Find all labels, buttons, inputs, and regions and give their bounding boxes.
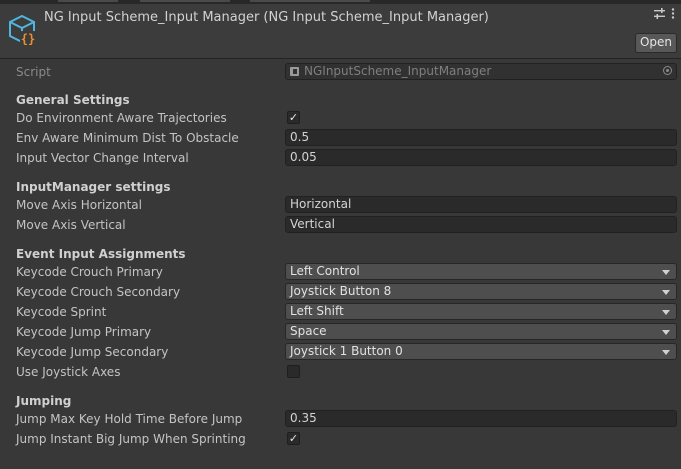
move-axis-vertical-field[interactable]: Vertical (285, 216, 677, 233)
use-joystick-checkbox[interactable] (287, 365, 300, 378)
section-general-settings: General Settings (16, 93, 130, 107)
jump-big-sprint-label: Jump Instant Big Jump When Sprinting (16, 432, 246, 446)
svg-text:{}: {} (21, 32, 35, 46)
inspector-header: {} NG Input Scheme_Input Manager (NG Inp… (0, 4, 681, 59)
more-vert-icon[interactable] (671, 8, 675, 19)
header-buttons (654, 8, 675, 19)
jump-hold-time-label: Jump Max Key Hold Time Before Jump (16, 412, 243, 426)
move-axis-vertical-row: Move Axis Vertical Vertical (0, 215, 681, 235)
jump-primary-value: Space (290, 324, 327, 338)
caret-down-icon (662, 330, 670, 335)
sprint-value: Left Shift (290, 304, 344, 318)
env-min-dist-field[interactable]: 0.5 (285, 129, 677, 146)
crouch-primary-dropdown[interactable]: Left Control (285, 263, 677, 280)
crouch-secondary-value: Joystick Button 8 (290, 284, 392, 298)
jump-big-sprint-row: Jump Instant Big Jump When Sprinting ✓ (0, 429, 681, 449)
env-min-dist-label: Env Aware Minimum Dist To Obstacle (16, 131, 239, 145)
move-axis-horizontal-label: Move Axis Horizontal (16, 198, 142, 212)
sprint-dropdown[interactable]: Left Shift (285, 303, 677, 320)
do-env-aware-checkbox[interactable]: ✓ (287, 111, 300, 124)
script-row: Script NGInputScheme_InputManager (0, 62, 681, 82)
move-axis-horizontal-field[interactable]: Horizontal (285, 196, 677, 213)
jump-hold-time-row: Jump Max Key Hold Time Before Jump 0.35 (0, 409, 681, 429)
input-vec-interval-field[interactable]: 0.05 (285, 149, 677, 166)
caret-down-icon (662, 270, 670, 275)
use-joystick-row: Use Joystick Axes (0, 362, 681, 382)
use-joystick-label: Use Joystick Axes (16, 365, 121, 379)
crouch-primary-value: Left Control (290, 264, 360, 278)
jump-primary-label: Keycode Jump Primary (16, 325, 152, 339)
crouch-secondary-dropdown[interactable]: Joystick Button 8 (285, 283, 677, 300)
jump-secondary-label: Keycode Jump Secondary (16, 345, 169, 359)
jump-secondary-dropdown[interactable]: Joystick 1 Button 0 (285, 343, 677, 360)
caret-down-icon (662, 290, 670, 295)
crouch-primary-row: Keycode Crouch Primary Left Control (0, 262, 681, 282)
env-min-dist-row: Env Aware Minimum Dist To Obstacle 0.5 (0, 128, 681, 148)
sprint-label: Keycode Sprint (16, 305, 107, 319)
jump-hold-time-field[interactable]: 0.35 (285, 410, 677, 427)
caret-down-icon (662, 350, 670, 355)
section-jumping: Jumping (16, 394, 72, 408)
scriptable-object-icon: {} (9, 14, 36, 46)
open-button[interactable]: Open (635, 33, 677, 53)
checkmark-icon: ✓ (288, 432, 299, 445)
do-env-aware-label: Do Environment Aware Trajectories (16, 111, 227, 125)
checkmark-icon: ✓ (288, 111, 299, 124)
jump-big-sprint-checkbox[interactable]: ✓ (287, 432, 300, 445)
crouch-secondary-row: Keycode Crouch Secondary Joystick Button… (0, 282, 681, 302)
inspector-title: NG Input Scheme_Input Manager (NG Input … (44, 10, 489, 25)
script-field[interactable]: NGInputScheme_InputManager (285, 63, 677, 80)
script-value: NGInputScheme_InputManager (304, 64, 492, 78)
script-file-icon (290, 67, 299, 76)
section-event-input-assignments: Event Input Assignments (16, 247, 186, 261)
input-vec-interval-row: Input Vector Change Interval 0.05 (0, 148, 681, 168)
move-axis-vertical-label: Move Axis Vertical (16, 218, 126, 232)
section-inputmanager-settings: InputManager settings (16, 180, 171, 194)
crouch-primary-label: Keycode Crouch Primary (16, 265, 163, 279)
object-picker-icon[interactable] (663, 66, 672, 75)
jump-secondary-value: Joystick 1 Button 0 (290, 344, 403, 358)
do-env-aware-row: Do Environment Aware Trajectories ✓ (0, 108, 681, 128)
jump-secondary-row: Keycode Jump Secondary Joystick 1 Button… (0, 342, 681, 362)
settings-sliders-icon[interactable] (654, 8, 665, 19)
move-axis-horizontal-row: Move Axis Horizontal Horizontal (0, 195, 681, 215)
jump-primary-row: Keycode Jump Primary Space (0, 322, 681, 342)
jump-primary-dropdown[interactable]: Space (285, 323, 677, 340)
crouch-secondary-label: Keycode Crouch Secondary (16, 285, 181, 299)
script-label: Script (16, 65, 51, 79)
input-vec-interval-label: Input Vector Change Interval (16, 151, 189, 165)
caret-down-icon (662, 310, 670, 315)
sprint-row: Keycode Sprint Left Shift (0, 302, 681, 322)
